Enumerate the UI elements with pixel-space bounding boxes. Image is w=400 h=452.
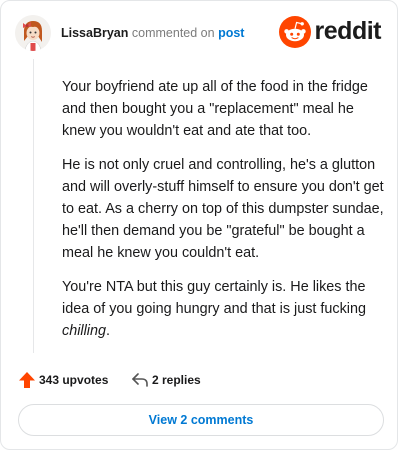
commented-on-text: commented on xyxy=(131,26,215,40)
comment-header: LissaBryan commented on post reddit xyxy=(15,15,383,51)
comment-byline: LissaBryan commented on post xyxy=(61,26,244,40)
comment-paragraph: Your boyfriend ate up all of the food in… xyxy=(62,79,368,139)
comment-actions: 343 upvotes 2 replies xyxy=(18,369,383,391)
comment-paragraph: He is not only cruel and controlling, he… xyxy=(62,157,384,261)
comment-text-end: . xyxy=(106,323,110,339)
view-comments-button[interactable]: View 2 comments xyxy=(18,404,384,436)
comment-text: You're NTA but this guy certainly is. He… xyxy=(62,279,367,317)
username[interactable]: LissaBryan xyxy=(61,26,128,40)
emphasized-text: chilling xyxy=(62,323,106,339)
thread-line xyxy=(33,59,34,353)
reddit-wordmark: reddit xyxy=(314,17,382,45)
reply-count[interactable]: 2 replies xyxy=(152,373,201,387)
comment-card: LissaBryan commented on post reddit Your… xyxy=(0,0,398,450)
user-avatar[interactable] xyxy=(15,15,51,51)
upvote-count: 343 upvotes xyxy=(39,373,109,387)
reddit-brand[interactable]: reddit xyxy=(271,16,382,48)
comment-paragraph: You're NTA but this guy certainly is. He… xyxy=(62,276,384,342)
reply-arrow-icon[interactable] xyxy=(131,372,149,388)
post-link[interactable]: post xyxy=(218,26,244,40)
reddit-logo-icon xyxy=(279,16,311,48)
upvote-arrow-icon[interactable] xyxy=(18,371,36,389)
comment-body: Your boyfriend ate up all of the food in… xyxy=(62,76,384,354)
